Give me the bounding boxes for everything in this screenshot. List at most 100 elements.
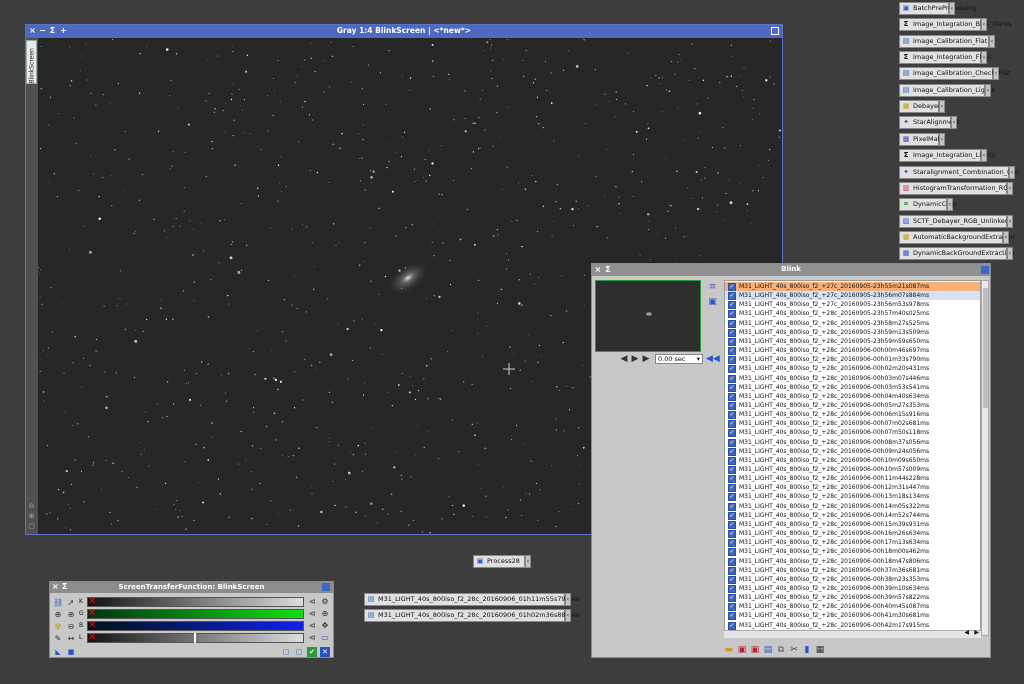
stf-bar-k[interactable] <box>87 597 304 607</box>
reset-g-icon[interactable]: ⊲ <box>307 609 317 619</box>
file-list-item[interactable]: ✓ M31_LIGHT_40s_800iso_f2_+28c_20160906-0… <box>725 428 980 438</box>
file-checkbox[interactable]: ✓ <box>728 411 736 420</box>
file-list-item[interactable]: ✓ M31_LIGHT_40s_800iso_f2_+28c_20160906-0… <box>725 566 980 575</box>
process-icon-dynamicbackgroundextraction[interactable]: ▦ DynamicBackGroundExtraction ‹ <box>899 247 1015 261</box>
save-icon[interactable]: ▤ <box>763 645 773 655</box>
file-checkbox[interactable]: ✓ <box>728 365 736 374</box>
iconize-icon[interactable] <box>771 27 779 35</box>
copy-icon[interactable]: ⧉ <box>776 645 786 655</box>
process-icon-expand[interactable]: ‹ <box>939 132 945 146</box>
blink-titlebar[interactable]: × Σ Blink <box>592 264 990 276</box>
file-list-item[interactable]: ✓ M31_LIGHT_40s_800iso_f2_+27c_20160905-2… <box>725 300 980 310</box>
process-icon-automaticbackgroundextractor[interactable]: ▦ AutomaticBackgroundExtractor ‹ <box>899 230 1015 244</box>
process-icon-expand[interactable]: ‹ <box>993 67 999 81</box>
process-icon-sctf-debayer-rgb-unlinked[interactable]: ▨ SCTF_Debayer_RGB_Unlinked ‹ <box>899 214 1013 228</box>
blinkscreen-side-tab[interactable]: BlinkScreen <box>26 40 37 84</box>
file-checkbox[interactable]: ✓ <box>728 493 736 502</box>
stf-window-icon[interactable] <box>322 583 330 591</box>
file-list-item[interactable]: ✓ M31_LIGHT_40s_800iso_f2_+28c_20160906-0… <box>725 392 980 401</box>
file-list-item[interactable]: ✓ M31_LIGHT_40s_800iso_f2_+28c_20160906-0… <box>725 529 980 539</box>
file-list-item[interactable]: ✓ M31_LIGHT_40s_800iso_f2_+28c_20160905-2… <box>725 309 980 319</box>
file-checkbox[interactable]: ✓ <box>728 584 736 593</box>
move-icon[interactable]: ✥ <box>320 621 330 631</box>
process-icon-histogramtransformation-rgb[interactable]: ▥ HistogramTransformation_RGB ‹ <box>899 181 1013 195</box>
file-checkbox[interactable]: ✓ <box>728 328 736 337</box>
previous-icon[interactable]: ◀ <box>619 354 629 364</box>
process-icon-image-integration-bias-darks[interactable]: Σ Image_Integration_Bias_Darks ‹ <box>899 18 1011 32</box>
file-list-item[interactable]: ✓ M31_LIGHT_40s_800iso_f2_+28c_20160906-0… <box>725 474 980 484</box>
process-icon-image-calibration-lights[interactable]: ▤ Image_Calibration_Lights ‹ <box>899 83 995 97</box>
process-icon-expand[interactable]: ‹ <box>949 2 955 15</box>
process-icon-expand[interactable]: ‹ <box>981 18 987 32</box>
fit-icon[interactable]: ▢ <box>27 522 36 530</box>
stf-bar-b[interactable] <box>87 621 304 631</box>
process-icon-expand[interactable]: ‹ <box>985 83 991 97</box>
file-checkbox[interactable]: ✓ <box>728 511 736 520</box>
file-checkbox[interactable]: ✓ <box>728 347 736 356</box>
file-list-item[interactable]: ✓ M31_LIGHT_40s_800iso_f2_+27c_20160905-2… <box>725 291 980 301</box>
close-file-icon[interactable]: ▣ <box>737 645 747 655</box>
file-list-item[interactable]: ✓ M31_LIGHT_40s_800iso_f2_+28c_20160906-0… <box>725 438 980 447</box>
delay-select[interactable]: 0.00 sec ▾ <box>655 354 703 364</box>
shadow-clip-l-icon[interactable]: ✕ <box>88 633 96 643</box>
options-k-icon[interactable]: ⚙ <box>320 597 330 607</box>
rewind-icon[interactable]: ◀◀ <box>706 354 720 364</box>
reset-k-icon[interactable]: ⊲ <box>307 597 317 607</box>
process-icon-debayer[interactable]: ▦ Debayer ‹ <box>899 100 945 114</box>
process-icon-dynamiccrop[interactable]: ⌗ DynamicCrop ‹ <box>899 198 957 212</box>
process-icon-staralignment-combination-opt[interactable]: ✦ Staralignment_Combination_Opt ‹ <box>899 165 1019 179</box>
play-icon[interactable]: ▶ <box>630 354 640 364</box>
file-checkbox[interactable]: ✓ <box>728 429 736 438</box>
file-checkbox[interactable]: ✓ <box>728 319 736 328</box>
file-list-item[interactable]: ✓ M31_LIGHT_40s_800iso_f2_+28c_20160906-0… <box>725 611 980 621</box>
process-icon-expand[interactable]: ‹ <box>981 51 987 65</box>
file-list-item[interactable]: ✓ M31_LIGHT_40s_800iso_f2_+27c_20160905-2… <box>725 282 980 291</box>
blink-preview-thumbnail[interactable] <box>595 280 701 352</box>
file-checkbox[interactable]: ✓ <box>728 575 736 584</box>
link-channels-icon[interactable]: ⛓ <box>53 598 63 608</box>
blink-window[interactable]: × Σ Blink ≡ ▣ ◀ ▶ ▶ 0.00 sec ▾ ◀◀ ✓ M31_L… <box>591 263 991 658</box>
movie-icon[interactable]: ▦ <box>815 645 825 655</box>
file-checkbox[interactable]: ✓ <box>728 310 736 319</box>
open-folder-icon[interactable]: ▬ <box>724 645 734 655</box>
process-icon-staralignment[interactable]: ✦ StarAlignment ‹ <box>899 116 960 130</box>
statistics-icon[interactable]: ▮ <box>802 645 812 655</box>
shadow-clip-k-icon[interactable]: ✕ <box>88 597 96 607</box>
file-list-item[interactable]: ✓ M31_LIGHT_40s_800iso_f2_+28c_20160905-2… <box>725 328 980 337</box>
pointer-icon[interactable]: ➚ <box>66 598 76 608</box>
stf-window[interactable]: × Σ ScreenTransferFunction: BlinkScreen … <box>49 581 334 658</box>
target-icon[interactable]: ⊕ <box>320 609 330 619</box>
zoom-out-icon[interactable]: ⊝ <box>27 502 36 510</box>
scrollbar-thumb[interactable] <box>983 288 988 408</box>
new-instance-icon[interactable]: ◣ <box>53 647 63 657</box>
file-checkbox[interactable]: ✓ <box>728 447 736 456</box>
shadow-clip-g-icon[interactable]: ✕ <box>88 609 96 619</box>
process-icon-image-calibration-check-flat[interactable]: ▤ Image_Calibration_Check_Flat ‹ <box>899 67 1011 81</box>
file-checkbox[interactable]: ✓ <box>728 484 736 493</box>
process-icon-expand[interactable]: ‹ <box>1007 214 1013 228</box>
file-list-item[interactable]: ✓ M31_LIGHT_40s_800iso_f2_+28c_20160906-0… <box>725 557 980 566</box>
zoom-in-icon[interactable]: ⊕ <box>53 610 63 620</box>
file-checkbox[interactable]: ✓ <box>728 374 736 383</box>
file-list-item[interactable]: ✓ M31_LIGHT_40s_800iso_f2_+28c_20160906-0… <box>725 602 980 612</box>
file-list-item[interactable]: ✓ M31_LIGHT_40s_800iso_f2_+28c_20160906-0… <box>725 383 980 392</box>
process-icon-pixelmath[interactable]: ▩ PixelMath ‹ <box>899 132 945 146</box>
file-list-item[interactable]: ✓ M31_LIGHT_40s_800iso_f2_+28c_20160906-0… <box>725 593 980 603</box>
close-all-icon[interactable]: ▣ <box>750 645 760 655</box>
file-checkbox[interactable]: ✓ <box>728 420 736 429</box>
file-list-item[interactable]: ✓ M31_LIGHT_40s_800iso_f2_+28c_20160906-0… <box>725 419 980 429</box>
zoom-out-icon[interactable]: ⊖ <box>66 622 76 632</box>
file-list-item[interactable]: ✓ M31_LIGHT_40s_800iso_f2_+28c_20160906-0… <box>725 511 980 520</box>
arrows-icon[interactable]: ↔ <box>66 634 76 644</box>
apply-global-icon[interactable]: ■ <box>66 647 76 657</box>
process28-icon[interactable]: ▣ Process28 ‹ <box>473 555 531 568</box>
process-icon-expand[interactable]: ‹ <box>951 116 957 130</box>
file-checkbox[interactable]: ✓ <box>728 539 736 548</box>
file-checkbox[interactable]: ✓ <box>728 566 736 575</box>
process-icon-image-integration-lights[interactable]: Σ Image_Integration_Lights ‹ <box>899 149 995 163</box>
process-icon-expand[interactable]: ‹ <box>1003 230 1009 244</box>
apply-icon[interactable]: ✔ <box>307 647 317 657</box>
file-checkbox[interactable]: ✓ <box>728 520 736 529</box>
file-checkbox[interactable]: ✓ <box>728 603 736 612</box>
process-icon-expand[interactable]: ‹ <box>947 198 953 212</box>
